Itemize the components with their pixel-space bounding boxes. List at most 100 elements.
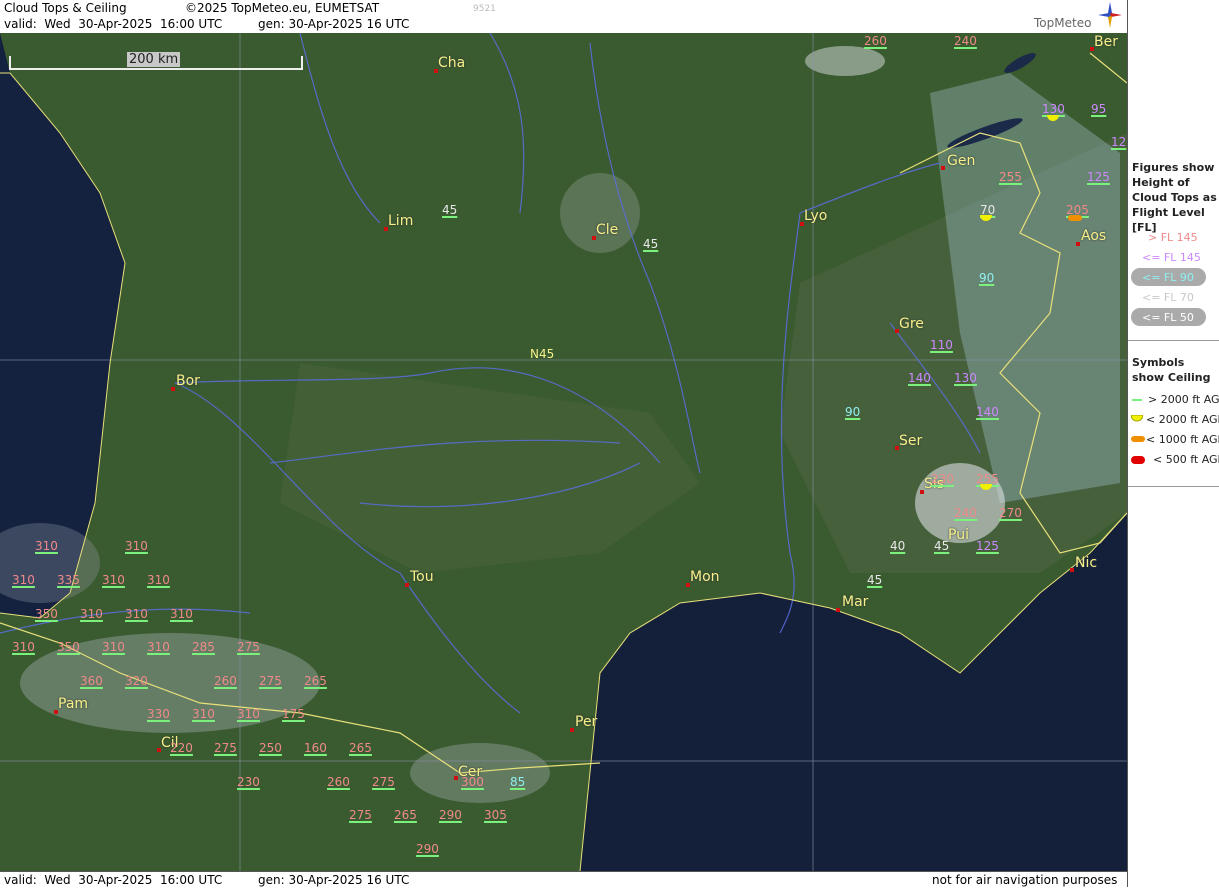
cloud-top-figure: 140 bbox=[976, 405, 999, 419]
cloud-top-figure: 300 bbox=[461, 775, 484, 789]
valid-time: valid: Wed 30-Apr-2025 16:00 UTC bbox=[4, 17, 223, 31]
cloud-top-figure: 310 bbox=[12, 573, 35, 587]
cloud-top-figure: 360 bbox=[80, 674, 103, 688]
city-marker bbox=[570, 728, 574, 732]
footer-disclaimer: not for air navigation purposes bbox=[932, 873, 1118, 887]
cloud-top-figure: 95 bbox=[1091, 102, 1107, 116]
legend-fl-item: <= FL 50 bbox=[1142, 311, 1194, 324]
cloud-top-figure: 45 bbox=[643, 237, 659, 251]
legend-panel: Figures show Height of Cloud Tops as Fli… bbox=[1127, 0, 1219, 887]
legend-ceil-item: < 2000 ft AGL bbox=[1146, 413, 1219, 426]
legend-symbols-title: Symbols show Ceiling bbox=[1132, 356, 1211, 384]
ceiling-green-line bbox=[1132, 399, 1142, 401]
legend-ceil-item: < 500 ft AGL bbox=[1153, 453, 1219, 466]
cloud-top-figure: 275 bbox=[372, 775, 395, 789]
cloud-top-figure: 240 bbox=[954, 34, 977, 48]
cloud-top-figure: 310 bbox=[237, 707, 260, 721]
cloud-top-figure: 260 bbox=[327, 775, 350, 789]
header-bar: Cloud Tops & Ceiling ©2025 TopMeteo.eu, … bbox=[0, 0, 1127, 34]
cloud-top-figure: 350 bbox=[57, 640, 80, 654]
ceiling-symbol-icon bbox=[980, 484, 992, 490]
cloud-top-figure: 125 bbox=[1087, 170, 1110, 184]
cloud-top-figure: 290 bbox=[416, 842, 439, 856]
legend-divider bbox=[1128, 486, 1219, 487]
cloud-top-figure: 85 bbox=[510, 775, 526, 789]
cloud-top-figure: 140 bbox=[908, 371, 931, 385]
topmeteo-logo: TopMeteo bbox=[1034, 16, 1092, 30]
cloud-top-figure: 265 bbox=[304, 674, 327, 688]
compass-logo-icon bbox=[1098, 2, 1122, 28]
city-label: Aos bbox=[1081, 228, 1107, 244]
legend-ceil-item: < 1000 ft AGL bbox=[1146, 433, 1219, 446]
cloud-top-figure: 90 bbox=[979, 271, 995, 285]
cloud-top-figure: 230 bbox=[931, 472, 954, 486]
cloud-top-figure: 260 bbox=[214, 674, 237, 688]
city-label: Bor bbox=[176, 373, 200, 389]
city-label: Gre bbox=[899, 316, 924, 332]
city-label: Nic bbox=[1075, 555, 1098, 571]
gen-time: gen: 30-Apr-2025 16 UTC bbox=[258, 17, 410, 31]
legend-fl-item: <= FL 90 bbox=[1142, 271, 1194, 284]
cloud-top-figure: 275 bbox=[259, 674, 282, 688]
cloud-top-figure: 45 bbox=[934, 539, 950, 553]
cloud-top-figure: 260 bbox=[864, 34, 887, 48]
cloud-top-figure: 250 bbox=[259, 741, 282, 755]
cloud-top-figure: 310 bbox=[147, 640, 170, 654]
city-label: Cle bbox=[596, 222, 619, 238]
cloud-top-figure: 175 bbox=[282, 707, 305, 721]
cloud-top-figure: 130 bbox=[1042, 102, 1065, 116]
city-marker bbox=[941, 166, 945, 170]
cloud-top-figure: 310 bbox=[192, 707, 215, 721]
cloud-top-figure: 275 bbox=[214, 741, 237, 755]
cloud-top-figure: 255 bbox=[999, 170, 1022, 184]
city-marker bbox=[1070, 568, 1074, 572]
legend-fl-item: <= FL 70 bbox=[1142, 291, 1194, 304]
city-label: Mar bbox=[842, 594, 869, 610]
city-label: Pam bbox=[58, 696, 89, 712]
city-label: Pui bbox=[948, 527, 969, 543]
cloud-top-figure: 330 bbox=[147, 707, 170, 721]
copyright-text: ©2025 TopMeteo.eu, EUMETSAT bbox=[185, 1, 380, 15]
cloud-top-figure: 125 bbox=[976, 539, 999, 553]
cloud-top-figure: 320 bbox=[125, 674, 148, 688]
city-label: Cha bbox=[438, 55, 466, 71]
legend-fl-item: > FL 145 bbox=[1148, 231, 1198, 244]
legend-ceil-item: > 2000 ft AGL bbox=[1148, 393, 1219, 406]
cloud-top-figure: 285 bbox=[192, 640, 215, 654]
cloud-top-figure: 110 bbox=[930, 338, 953, 352]
ceiling-yellow-icon bbox=[1131, 415, 1143, 422]
satellite-map[interactable]: 200 km N45 Cha Lim Cle Lyo Gen Ber Aos G… bbox=[0, 33, 1127, 871]
cloud-top-figure: 290 bbox=[439, 808, 462, 822]
footer-bar: valid: Wed 30-Apr-2025 16:00 UTC gen: 30… bbox=[0, 871, 1127, 888]
cloud-top-figure: 45 bbox=[867, 573, 883, 587]
city-label: Gen bbox=[947, 153, 976, 169]
ceiling-red-icon bbox=[1131, 456, 1145, 464]
cloud-top-figure: 335 bbox=[57, 573, 80, 587]
cloud-top-figure: 265 bbox=[349, 741, 372, 755]
cloud-top-figure: 305 bbox=[484, 808, 507, 822]
footer-gen-time: gen: 30-Apr-2025 16 UTC bbox=[258, 873, 410, 887]
cloud-top-figure: 220 bbox=[170, 741, 193, 755]
city-marker bbox=[405, 583, 409, 587]
cloud-top-figure: 310 bbox=[102, 640, 125, 654]
cloud-top-figure: 45 bbox=[442, 203, 458, 217]
cloud-top-figure: 12 bbox=[1111, 135, 1127, 149]
cloud-top-figure: 310 bbox=[80, 607, 103, 621]
city-label: Ser bbox=[899, 433, 923, 449]
cloud-top-figure: 270 bbox=[999, 506, 1022, 520]
city-label: Mon bbox=[690, 569, 720, 585]
cloud-top-figure: 275 bbox=[237, 640, 260, 654]
cloud-top-figure: 310 bbox=[102, 573, 125, 587]
ceiling-symbol-icon bbox=[1047, 115, 1059, 121]
cloud-top-figure: 310 bbox=[125, 539, 148, 553]
cloud-top-figure: 310 bbox=[125, 607, 148, 621]
city-label: Ber bbox=[1094, 34, 1118, 50]
map-title: Cloud Tops & Ceiling bbox=[4, 1, 127, 15]
legend-divider bbox=[1128, 340, 1219, 341]
cloud-top-figure: 310 bbox=[35, 539, 58, 553]
cloud-top-figure: 230 bbox=[237, 775, 260, 789]
city-label: Lim bbox=[388, 213, 414, 229]
ceiling-symbol-icon bbox=[1068, 215, 1082, 221]
cloud-top-figure: 90 bbox=[845, 405, 861, 419]
legend-fl-item: <= FL 145 bbox=[1142, 251, 1201, 264]
